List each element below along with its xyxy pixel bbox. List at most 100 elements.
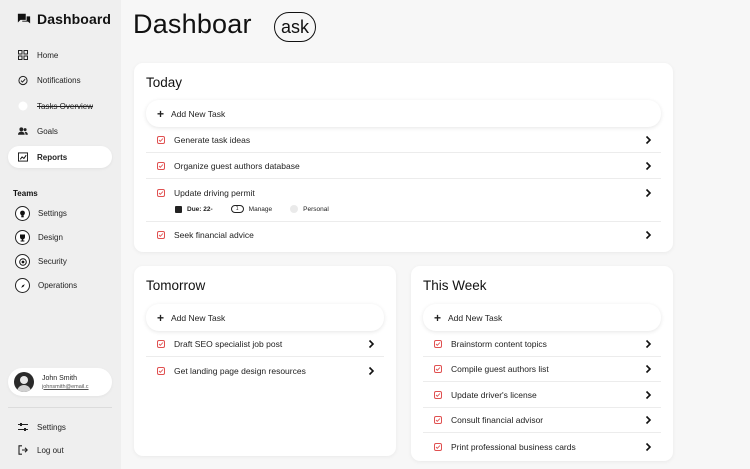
chevron-right-icon[interactable] xyxy=(643,230,653,240)
add-task-label: Add New Task xyxy=(448,312,503,323)
task-label: Seek financial advice xyxy=(174,229,254,240)
checkbox-icon[interactable] xyxy=(157,162,165,170)
task-item[interactable]: Get landing page design resources xyxy=(146,358,384,383)
sidebar-item-label: Log out xyxy=(37,445,64,455)
checkbox-icon[interactable] xyxy=(434,340,442,348)
sidebar-item-label: Goals xyxy=(37,126,58,136)
profile-email[interactable]: johnsmith@email.c xyxy=(42,384,89,390)
task-label: Print professional business cards xyxy=(451,441,576,452)
trophy-icon xyxy=(15,230,30,245)
sidebar-item-settings[interactable]: Settings xyxy=(8,416,112,438)
team-item-operations[interactable]: Operations xyxy=(15,278,77,293)
add-task-button[interactable]: + Add New Task xyxy=(423,304,661,331)
task-label: Update driver's license xyxy=(451,390,537,400)
team-item-label: Operations xyxy=(38,281,78,290)
chevron-right-icon[interactable] xyxy=(643,364,653,374)
checkbox-icon[interactable] xyxy=(157,230,165,239)
task-item[interactable]: Draft SEO specialist job post xyxy=(146,332,384,357)
chat-bubbles-icon xyxy=(17,13,31,24)
add-task-button[interactable]: + Add New Task xyxy=(146,100,661,127)
task-label: Generate task ideas xyxy=(174,135,251,145)
task-item[interactable]: Brainstorm content topics xyxy=(423,332,661,357)
users-icon xyxy=(18,126,28,136)
tag[interactable]: 1 Manage xyxy=(230,205,272,213)
today-card: Today + Add New Task Generate task ideas… xyxy=(134,63,673,252)
user-profile[interactable]: John Smith johnsmith@email.c xyxy=(8,368,112,396)
chevron-right-icon[interactable] xyxy=(366,339,376,349)
sidebar-item-label: Home xyxy=(37,50,59,60)
team-item-security[interactable]: Security xyxy=(15,254,67,269)
page-title: Dashboar xyxy=(133,9,252,39)
chevron-right-icon[interactable] xyxy=(643,442,653,452)
target-icon xyxy=(15,254,30,269)
checkbox-icon[interactable] xyxy=(157,188,165,197)
divider xyxy=(8,407,112,408)
checkbox-icon[interactable] xyxy=(157,136,165,144)
task-label: Compile guest authors list xyxy=(451,364,549,374)
chevron-right-icon[interactable] xyxy=(366,366,376,376)
task-item[interactable]: Seek financial advice xyxy=(146,222,661,247)
add-task-label: Add New Task xyxy=(171,108,226,119)
chevron-right-icon[interactable] xyxy=(643,135,653,145)
checkbox-icon[interactable] xyxy=(434,416,442,424)
category[interactable]: Personal xyxy=(290,205,329,213)
task-item[interactable]: Update driving permit xyxy=(146,180,661,205)
sidebar-item-notifications[interactable]: Notifications xyxy=(8,69,112,91)
ask-button[interactable]: ask xyxy=(274,12,317,42)
tag-count-icon: 1 xyxy=(230,205,244,213)
category-dot-icon xyxy=(290,205,299,213)
sidebar-item-logout[interactable]: Log out xyxy=(8,439,112,461)
checkbox-icon[interactable] xyxy=(157,340,165,348)
task-item[interactable]: Print professional business cards xyxy=(423,434,661,459)
chevron-right-icon[interactable] xyxy=(643,390,653,400)
card-heading: Today xyxy=(146,75,183,90)
task-label: Organize guest authors database xyxy=(174,161,300,171)
checkbox-icon[interactable] xyxy=(434,365,442,373)
blank-circle-icon xyxy=(18,101,28,111)
teams-heading: Teams xyxy=(13,189,38,198)
bulb-icon xyxy=(15,206,30,221)
due-date: Due: 22- xyxy=(175,205,213,213)
sliders-icon xyxy=(18,422,28,432)
task-item[interactable]: Update driver's license xyxy=(423,383,661,408)
chevron-right-icon[interactable] xyxy=(643,188,653,198)
tomorrow-card: Tomorrow + Add New Task Draft SEO specia… xyxy=(134,266,396,456)
team-item-settings[interactable]: Settings xyxy=(15,206,67,221)
report-icon xyxy=(18,152,28,162)
sidebar-item-label: Tasks Overview xyxy=(37,101,94,111)
checkbox-icon[interactable] xyxy=(434,442,442,451)
plus-icon: + xyxy=(157,310,165,325)
sidebar-item-label: Settings xyxy=(37,422,66,432)
task-item[interactable]: Generate task ideas xyxy=(146,128,661,153)
app-title: Dashboard xyxy=(37,11,112,27)
sidebar-item-reports[interactable]: Reports xyxy=(8,146,112,168)
sidebar-item-label: Notifications xyxy=(37,75,81,85)
profile-name: John Smith xyxy=(42,374,78,382)
sidebar-item-label: Reports xyxy=(37,152,68,162)
chevron-right-icon[interactable] xyxy=(643,161,653,171)
sidebar-item-tasks-overview[interactable]: Tasks Overview xyxy=(8,95,112,117)
brand[interactable]: Dashboard xyxy=(17,11,111,27)
task-item[interactable]: Consult financial advisor xyxy=(423,408,661,433)
task-label: Update driving permit xyxy=(174,187,255,198)
task-item[interactable]: Organize guest authors database xyxy=(146,154,661,179)
chevron-right-icon[interactable] xyxy=(643,339,653,349)
grid-icon xyxy=(18,50,28,60)
task-label: Draft SEO specialist job post xyxy=(174,339,283,349)
compass-icon xyxy=(15,278,30,293)
checkbox-icon[interactable] xyxy=(157,366,165,375)
task-meta: Due: 22- 1 Manage Personal xyxy=(175,205,347,213)
task-label: Consult financial advisor xyxy=(451,415,544,425)
add-task-button[interactable]: + Add New Task xyxy=(146,304,384,331)
chevron-right-icon[interactable] xyxy=(643,415,653,425)
team-item-label: Settings xyxy=(38,209,67,218)
plus-icon: + xyxy=(434,310,442,325)
sidebar-item-goals[interactable]: Goals xyxy=(8,120,112,142)
checkbox-icon[interactable] xyxy=(434,391,442,399)
card-heading: This Week xyxy=(423,278,487,293)
team-item-label: Design xyxy=(38,233,63,242)
team-item-design[interactable]: Design xyxy=(15,230,63,245)
sidebar-item-home[interactable]: Home xyxy=(8,44,112,66)
check-circle-icon xyxy=(18,75,28,85)
task-item[interactable]: Compile guest authors list xyxy=(423,357,661,382)
